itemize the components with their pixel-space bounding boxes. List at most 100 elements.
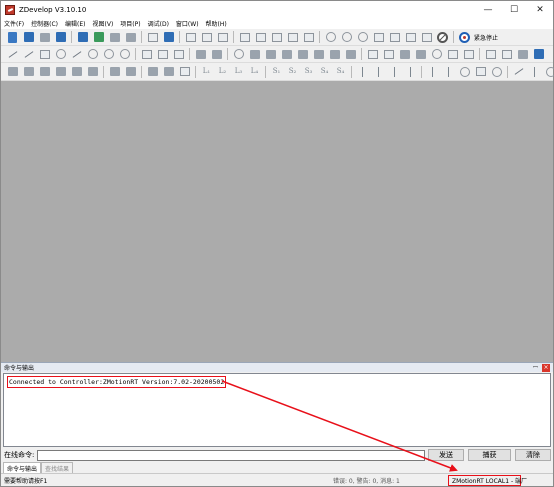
step-out-button[interactable]: [404, 31, 417, 44]
connect-button[interactable]: [76, 31, 89, 44]
contact-rise-button[interactable]: [388, 65, 401, 78]
hmi-button-9[interactable]: [280, 48, 293, 61]
draw-line-button[interactable]: [6, 48, 19, 61]
emergency-stop-label[interactable]: 紧急停止: [474, 33, 498, 42]
draw-curve-button[interactable]: [70, 48, 83, 61]
stop-all-button[interactable]: [436, 31, 449, 44]
hmi-button-7[interactable]: [248, 48, 261, 61]
ladder-button-8[interactable]: [124, 65, 137, 78]
menu-debug[interactable]: 调试(D): [148, 19, 169, 28]
coil-button[interactable]: [458, 65, 471, 78]
hmi-button-10[interactable]: [296, 48, 309, 61]
step-button[interactable]: [356, 31, 369, 44]
horizontal-line-button[interactable]: [512, 65, 525, 78]
parallel-nc-button[interactable]: [442, 65, 455, 78]
capture-button[interactable]: 捕获: [468, 449, 511, 461]
draw-ellipse-button[interactable]: [86, 48, 99, 61]
instruction-button[interactable]: [490, 65, 503, 78]
draw-circle-button[interactable]: [118, 48, 131, 61]
ladder-s1-button[interactable]: S₁: [270, 65, 283, 78]
ladder-s5-button[interactable]: S₄: [334, 65, 347, 78]
hmi-button-20[interactable]: [462, 48, 475, 61]
hmi-button-4[interactable]: [194, 48, 207, 61]
menu-window[interactable]: 窗口(W): [176, 19, 199, 28]
hmi-button-8[interactable]: [264, 48, 277, 61]
hmi-button-13[interactable]: [344, 48, 357, 61]
draw-arc-button[interactable]: [102, 48, 115, 61]
hmi-button-11[interactable]: [312, 48, 325, 61]
ladder-button-6[interactable]: [86, 65, 99, 78]
outdent-button[interactable]: [270, 31, 283, 44]
ladder-button-1[interactable]: [6, 65, 19, 78]
print-button[interactable]: [238, 31, 251, 44]
menu-project[interactable]: 项目(P): [120, 19, 140, 28]
hmi-button-2[interactable]: [156, 48, 169, 61]
oscilloscope-button[interactable]: [146, 31, 159, 44]
ladder-l4-button[interactable]: L₄: [248, 65, 261, 78]
hmi-button-3[interactable]: [172, 48, 185, 61]
hmi-button-23[interactable]: [516, 48, 529, 61]
menu-view[interactable]: 视图(V): [93, 19, 114, 28]
menu-help[interactable]: 帮助(H): [206, 19, 227, 28]
hmi-button-17[interactable]: [414, 48, 427, 61]
send-button[interactable]: 发送: [428, 449, 464, 461]
hmi-button-21[interactable]: [484, 48, 497, 61]
ladder-s2-button[interactable]: S₂: [286, 65, 299, 78]
pin-icon[interactable]: ꟷ: [532, 364, 539, 371]
ladder-l3-button[interactable]: L₃: [232, 65, 245, 78]
connect-simulator-button[interactable]: [92, 31, 105, 44]
ladder-s4-button[interactable]: S₄: [318, 65, 331, 78]
ladder-l2-button[interactable]: L₂: [216, 65, 229, 78]
emergency-stop-button[interactable]: [458, 31, 471, 44]
hmi-button-15[interactable]: [382, 48, 395, 61]
save-button[interactable]: [38, 31, 51, 44]
open-file-button[interactable]: [22, 31, 35, 44]
hmi-button-14[interactable]: [366, 48, 379, 61]
editor-workspace[interactable]: [1, 81, 553, 362]
axis-params-button[interactable]: [162, 31, 175, 44]
ladder-button-9[interactable]: [146, 65, 159, 78]
ladder-button-3[interactable]: [38, 65, 51, 78]
ladder-button-11[interactable]: [178, 65, 191, 78]
pause-button[interactable]: [340, 31, 353, 44]
command-input[interactable]: [37, 450, 425, 461]
output-console[interactable]: Connected to Controller:ZMotionRT Versio…: [3, 373, 551, 447]
clear-button[interactable]: 清除: [515, 449, 551, 461]
contact-nc-button[interactable]: [372, 65, 385, 78]
download-button[interactable]: [108, 31, 121, 44]
cut-button[interactable]: [184, 31, 197, 44]
tab-command-output[interactable]: 命令与输出: [3, 462, 42, 473]
draw-polyline-button[interactable]: [22, 48, 35, 61]
ladder-button-7[interactable]: [108, 65, 121, 78]
hmi-button-24[interactable]: [532, 48, 545, 61]
contact-fall-button[interactable]: [404, 65, 417, 78]
hmi-button-1[interactable]: [140, 48, 153, 61]
hmi-button-12[interactable]: [328, 48, 341, 61]
parallel-no-button[interactable]: [426, 65, 439, 78]
draw-polygon-button[interactable]: [54, 48, 67, 61]
hmi-button-22[interactable]: [500, 48, 513, 61]
step-over-button[interactable]: [388, 31, 401, 44]
hmi-button-18[interactable]: [430, 48, 443, 61]
run-to-cursor-button[interactable]: [420, 31, 433, 44]
contact-no-button[interactable]: [356, 65, 369, 78]
panel-close-button[interactable]: ×: [542, 364, 550, 372]
function-block-button[interactable]: [474, 65, 487, 78]
tab-find-results[interactable]: 查找结果: [41, 462, 74, 473]
save-all-button[interactable]: [54, 31, 67, 44]
menu-controller[interactable]: 控制器(C): [31, 19, 58, 28]
ladder-button-4[interactable]: [54, 65, 67, 78]
ladder-s3-button[interactable]: S₃: [302, 65, 315, 78]
hmi-button-16[interactable]: [398, 48, 411, 61]
vertical-line-button[interactable]: [528, 65, 541, 78]
step-into-button[interactable]: [372, 31, 385, 44]
hmi-button-5[interactable]: [210, 48, 223, 61]
ladder-l1-button[interactable]: L₁: [200, 65, 213, 78]
copy-button[interactable]: [200, 31, 213, 44]
new-file-button[interactable]: [6, 31, 19, 44]
draw-rect-button[interactable]: [38, 48, 51, 61]
run-button[interactable]: [324, 31, 337, 44]
ladder-button-10[interactable]: [162, 65, 175, 78]
ladder-button-5[interactable]: [70, 65, 83, 78]
menu-edit[interactable]: 编辑(E): [65, 19, 85, 28]
